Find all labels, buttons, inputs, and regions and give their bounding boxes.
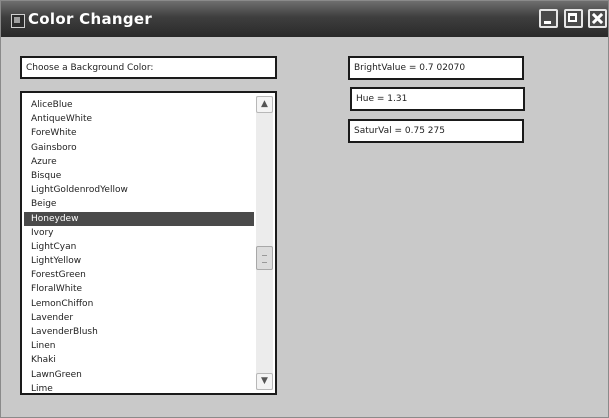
color-list: AliceBlue AntiqueWhite ForeWhite Gainsboro A… [24, 98, 254, 393]
list-item[interactable]: Ivory [24, 226, 254, 240]
scroll-down-button[interactable]: ▼ [256, 373, 273, 390]
app-window: Color Changer Choose a Background Color:… [0, 0, 609, 418]
list-item[interactable]: Azure [24, 155, 254, 169]
title-bar[interactable]: Color Changer [1, 1, 608, 37]
window-title: Color Changer [28, 10, 153, 28]
list-item[interactable]: LightGoldenrodYellow [24, 183, 254, 197]
vertical-scrollbar[interactable]: ▲ ▼ [256, 96, 273, 390]
list-item[interactable]: Bisque [24, 169, 254, 183]
list-item[interactable]: ForeWhite [24, 126, 254, 140]
list-item[interactable]: Gainsboro [24, 141, 254, 155]
list-item[interactable]: LawnGreen [24, 368, 254, 382]
app-icon[interactable] [11, 14, 25, 28]
list-item[interactable]: LightYellow [24, 254, 254, 268]
list-item[interactable]: Honeydew [24, 211, 254, 226]
saturation-value-label: SaturVal = 0.75 275 [348, 119, 524, 143]
brightness-value-label: BrightValue = 0.7 02070 [348, 56, 524, 80]
list-item[interactable]: Beige [24, 197, 254, 211]
list-item[interactable]: AliceBlue [24, 98, 254, 112]
scroll-up-button[interactable]: ▲ [256, 96, 273, 113]
list-item[interactable]: Lime [24, 382, 254, 393]
scroll-thumb[interactable] [256, 246, 273, 270]
choose-color-label: Choose a Background Color: [20, 56, 277, 79]
color-listbox[interactable]: AliceBlue AntiqueWhite ForeWhite Gainsboro A… [20, 91, 277, 395]
list-item[interactable]: LightCyan [24, 240, 254, 254]
list-item[interactable]: AntiqueWhite [24, 112, 254, 126]
list-item[interactable]: Linen [24, 339, 254, 353]
list-item[interactable]: LemonChiffon [24, 297, 254, 311]
minimize-button[interactable] [539, 9, 558, 28]
hue-value-label: Hue = 1.31 [350, 87, 525, 111]
list-item[interactable]: FloralWhite [24, 282, 254, 296]
list-item[interactable]: LavenderBlush [24, 325, 254, 339]
list-item[interactable]: Khaki [24, 353, 254, 367]
close-button[interactable] [588, 9, 607, 28]
list-item[interactable]: ForestGreen [24, 268, 254, 282]
maximize-button[interactable] [564, 9, 583, 28]
list-item[interactable]: Lavender [24, 311, 254, 325]
